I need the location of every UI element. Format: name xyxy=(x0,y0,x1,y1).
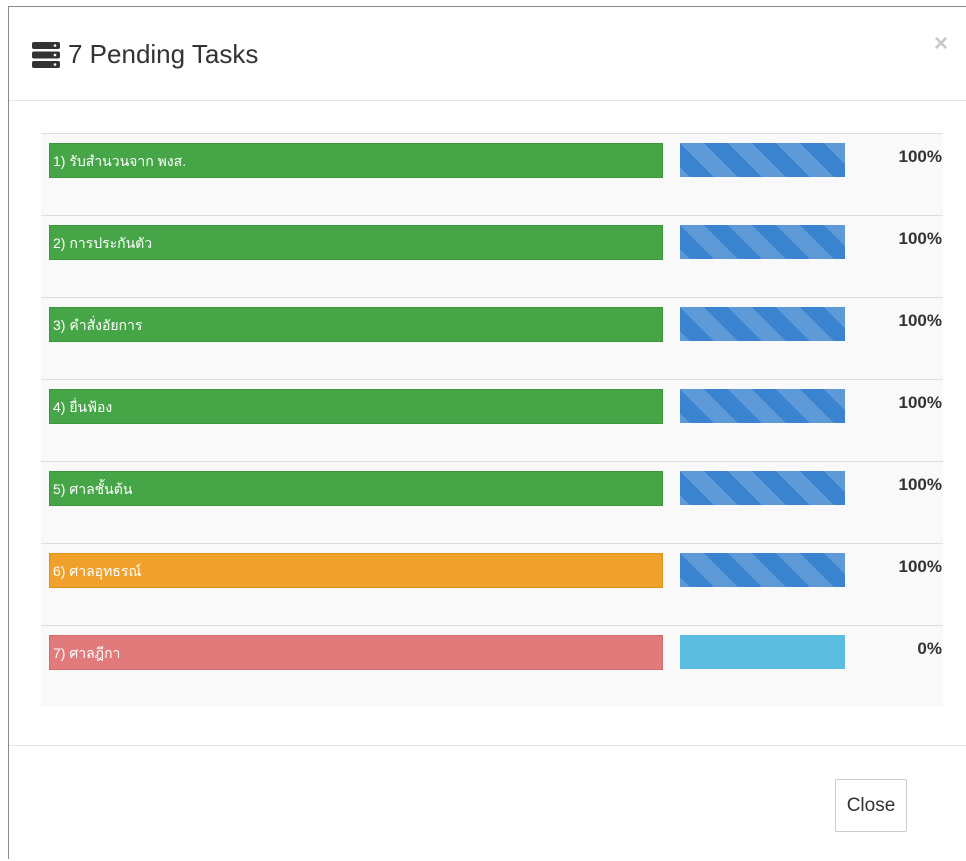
progress-fill xyxy=(680,307,845,341)
progress-fill xyxy=(680,225,845,259)
task-percent: 100% xyxy=(898,147,942,166)
task-label: 2) การประกันตัว xyxy=(49,225,663,260)
modal-title: 7 Pending Tasks xyxy=(68,39,259,69)
task-label: 5) ศาลชั้นต้น xyxy=(49,471,663,506)
task-percent: 100% xyxy=(898,475,942,494)
task-progress-bar xyxy=(680,225,845,259)
task-label: 7) ศาลฎีกา xyxy=(49,635,663,670)
modal-footer: Close xyxy=(9,745,966,861)
modal-header: 7 Pending Tasks × xyxy=(9,7,966,101)
task-label: 1) รับสำนวนจาก พงส. xyxy=(49,143,663,178)
progress-fill xyxy=(680,553,845,587)
task-row: 6) ศาลอุทธรณ์ 100% xyxy=(41,543,943,625)
task-progress-bar xyxy=(680,143,845,177)
close-icon[interactable]: × xyxy=(934,31,948,57)
task-percent: 100% xyxy=(898,393,942,412)
task-progress-bar xyxy=(680,307,845,341)
progress-fill xyxy=(680,143,845,177)
task-row: 1) รับสำนวนจาก พงส. 100% xyxy=(41,133,943,215)
server-stack-icon xyxy=(32,42,60,68)
task-progress-bar xyxy=(680,635,845,669)
task-list: 1) รับสำนวนจาก พงส. 100% 2) การประกันตัว… xyxy=(41,133,943,707)
task-percent: 100% xyxy=(898,311,942,330)
progress-fill xyxy=(680,471,845,505)
close-button[interactable]: Close xyxy=(835,779,907,832)
task-label: 4) ยื่นฟ้อง xyxy=(49,389,663,424)
task-percent: 100% xyxy=(898,557,942,576)
task-row: 5) ศาลชั้นต้น 100% xyxy=(41,461,943,543)
task-percent: 100% xyxy=(898,229,942,248)
task-row: 4) ยื่นฟ้อง 100% xyxy=(41,379,943,461)
task-label: 3) คำสั่งอัยการ xyxy=(49,307,663,342)
task-row: 7) ศาลฎีกา 0% xyxy=(41,625,943,707)
task-row: 2) การประกันตัว 100% xyxy=(41,215,943,297)
task-label: 6) ศาลอุทธรณ์ xyxy=(49,553,663,588)
task-progress-bar xyxy=(680,389,845,423)
task-percent: 0% xyxy=(917,639,942,658)
task-row: 3) คำสั่งอัยการ 100% xyxy=(41,297,943,379)
pending-tasks-modal: 7 Pending Tasks × 1) รับสำนวนจาก พงส. 10… xyxy=(8,6,966,859)
task-progress-bar xyxy=(680,553,845,587)
progress-fill xyxy=(680,389,845,423)
task-progress-bar xyxy=(680,471,845,505)
